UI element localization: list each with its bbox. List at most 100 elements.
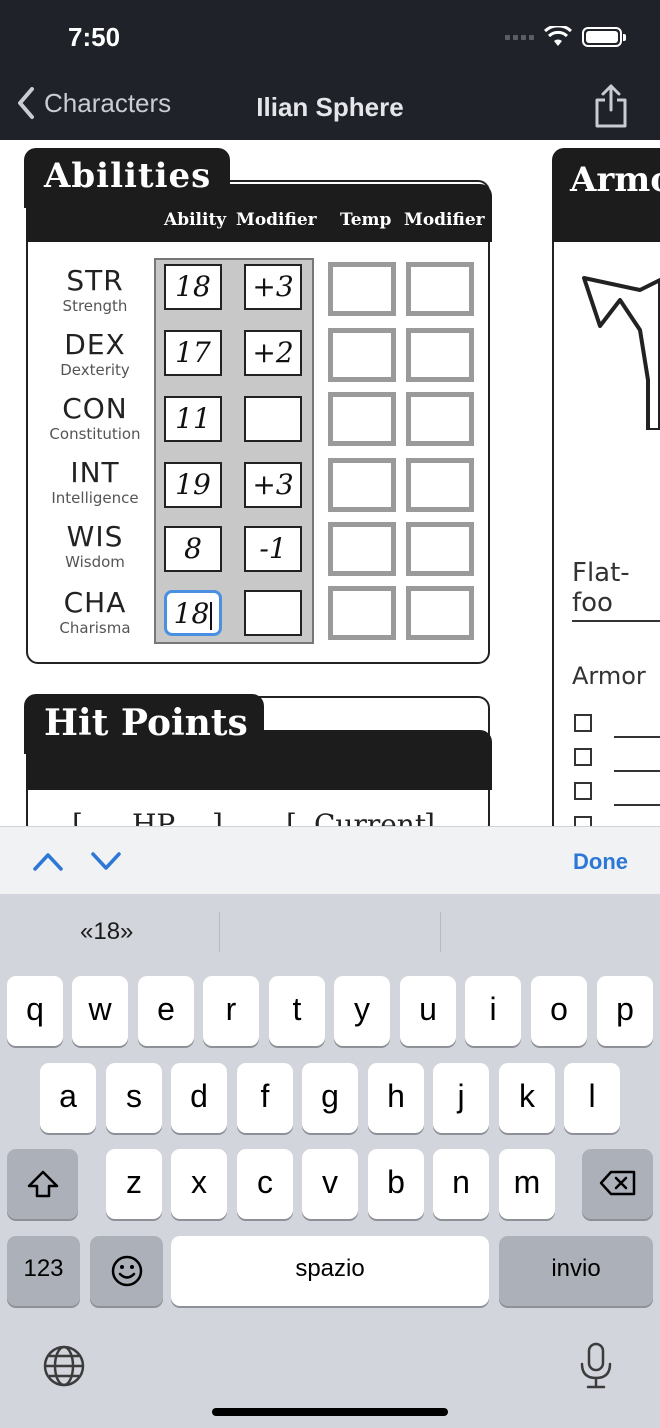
character-sheet[interactable]: Abilities Ability Modifier Temp Modifier…	[0, 140, 660, 826]
key-x[interactable]: x	[171, 1149, 227, 1219]
armor-title: Armo	[552, 148, 660, 208]
stat-full-name: Charisma	[59, 619, 131, 637]
key-t[interactable]: t	[269, 976, 325, 1046]
column-ability: Ability	[164, 210, 227, 230]
armor-line-3	[614, 804, 660, 806]
emoji-key[interactable]	[90, 1236, 163, 1306]
column-temp: Temp	[340, 210, 392, 230]
temp-field-dex[interactable]	[328, 328, 396, 382]
temp-modifier-field-str[interactable]	[406, 262, 474, 316]
armor-line-2	[614, 770, 660, 772]
modifier-field-wis[interactable]: -1	[244, 526, 302, 572]
key-b[interactable]: b	[368, 1149, 424, 1219]
temp-field-cha[interactable]	[328, 586, 396, 640]
key-r[interactable]: r	[203, 976, 259, 1046]
keyboard-accessory-bar: Done	[0, 826, 660, 894]
armor-checkbox-3[interactable]	[574, 782, 592, 800]
flat-footed-line	[572, 620, 660, 622]
stat-full-name: Constitution	[49, 425, 141, 443]
temp-field-wis[interactable]	[328, 522, 396, 576]
wifi-icon	[544, 26, 572, 46]
key-c[interactable]: c	[237, 1149, 293, 1219]
key-q[interactable]: q	[7, 976, 63, 1046]
key-w[interactable]: w	[72, 976, 128, 1046]
key-i[interactable]: i	[465, 976, 521, 1046]
abilities-title: Abilities	[24, 148, 230, 208]
key-v[interactable]: v	[302, 1149, 358, 1219]
score-field-str[interactable]: 18	[164, 264, 222, 310]
battery-icon	[582, 27, 626, 47]
key-g[interactable]: g	[302, 1063, 358, 1133]
home-indicator[interactable]	[212, 1408, 448, 1416]
score-field-wis[interactable]: 8	[164, 526, 222, 572]
key-e[interactable]: e	[138, 976, 194, 1046]
key-p[interactable]: p	[597, 976, 653, 1046]
current-label: Current	[314, 808, 427, 826]
modifier-field-str[interactable]: +3	[244, 264, 302, 310]
score-field-int[interactable]: 19	[164, 462, 222, 508]
software-keyboard: «18» q w e r t y u i o p a s d f g h j k…	[0, 894, 660, 1428]
hp-bracket-open: [	[72, 808, 83, 826]
numbers-key[interactable]: 123	[7, 1236, 80, 1306]
previous-field-button[interactable]	[32, 849, 64, 873]
armor-shield-icon	[582, 276, 660, 430]
key-f[interactable]: f	[237, 1063, 293, 1133]
key-n[interactable]: n	[433, 1149, 489, 1219]
key-o[interactable]: o	[531, 976, 587, 1046]
stat-abbr: STR	[66, 264, 124, 297]
return-key[interactable]: invio	[499, 1236, 653, 1306]
globe-icon[interactable]	[42, 1344, 86, 1388]
key-l[interactable]: l	[564, 1063, 620, 1133]
microphone-icon[interactable]	[578, 1342, 614, 1390]
space-key[interactable]: spazio	[171, 1236, 489, 1306]
done-button[interactable]: Done	[573, 849, 628, 875]
temp-modifier-field-con[interactable]	[406, 392, 474, 446]
key-a[interactable]: a	[40, 1063, 96, 1133]
armor-checkbox-1[interactable]	[574, 714, 592, 732]
key-s[interactable]: s	[106, 1063, 162, 1133]
modifier-field-con[interactable]	[244, 396, 302, 442]
next-field-button[interactable]	[90, 849, 122, 873]
suggestion-divider	[219, 912, 220, 952]
key-h[interactable]: h	[368, 1063, 424, 1133]
status-icons	[505, 26, 626, 48]
suggestion-1[interactable]: «18»	[80, 918, 133, 946]
share-button[interactable]	[594, 84, 628, 133]
shift-icon	[27, 1170, 58, 1198]
key-y[interactable]: y	[334, 976, 390, 1046]
key-k[interactable]: k	[499, 1063, 555, 1133]
emoji-icon	[111, 1255, 142, 1287]
key-u[interactable]: u	[400, 976, 456, 1046]
modifier-field-cha[interactable]	[244, 590, 302, 636]
score-field-cha[interactable]: 18	[164, 590, 222, 636]
modifier-field-int[interactable]: +3	[244, 462, 302, 508]
temp-modifier-field-cha[interactable]	[406, 586, 474, 640]
score-panel	[154, 258, 314, 644]
stat-label-cha: CHA Charisma	[40, 586, 150, 637]
status-bar: 7:50	[0, 0, 660, 76]
current-bracket-open: [	[286, 808, 297, 826]
stat-abbr: INT	[70, 456, 120, 489]
temp-field-int[interactable]	[328, 458, 396, 512]
temp-modifier-field-wis[interactable]	[406, 522, 474, 576]
key-d[interactable]: d	[171, 1063, 227, 1133]
key-z[interactable]: z	[106, 1149, 162, 1219]
score-field-con[interactable]: 11	[164, 396, 222, 442]
temp-modifier-field-dex[interactable]	[406, 328, 474, 382]
temp-field-con[interactable]	[328, 392, 396, 446]
temp-field-str[interactable]	[328, 262, 396, 316]
hp-label: HP	[132, 808, 176, 826]
modifier-field-dex[interactable]: +2	[244, 330, 302, 376]
column-modifier: Modifier	[236, 210, 317, 230]
temp-modifier-field-int[interactable]	[406, 458, 474, 512]
stat-full-name: Intelligence	[51, 489, 139, 507]
key-m[interactable]: m	[499, 1149, 555, 1219]
share-icon	[595, 84, 627, 128]
armor-checkbox-4[interactable]	[574, 816, 592, 826]
key-j[interactable]: j	[433, 1063, 489, 1133]
score-field-dex[interactable]: 17	[164, 330, 222, 376]
backspace-icon	[599, 1170, 635, 1196]
delete-key[interactable]	[582, 1149, 653, 1219]
shift-key[interactable]	[7, 1149, 78, 1219]
armor-checkbox-2[interactable]	[574, 748, 592, 766]
